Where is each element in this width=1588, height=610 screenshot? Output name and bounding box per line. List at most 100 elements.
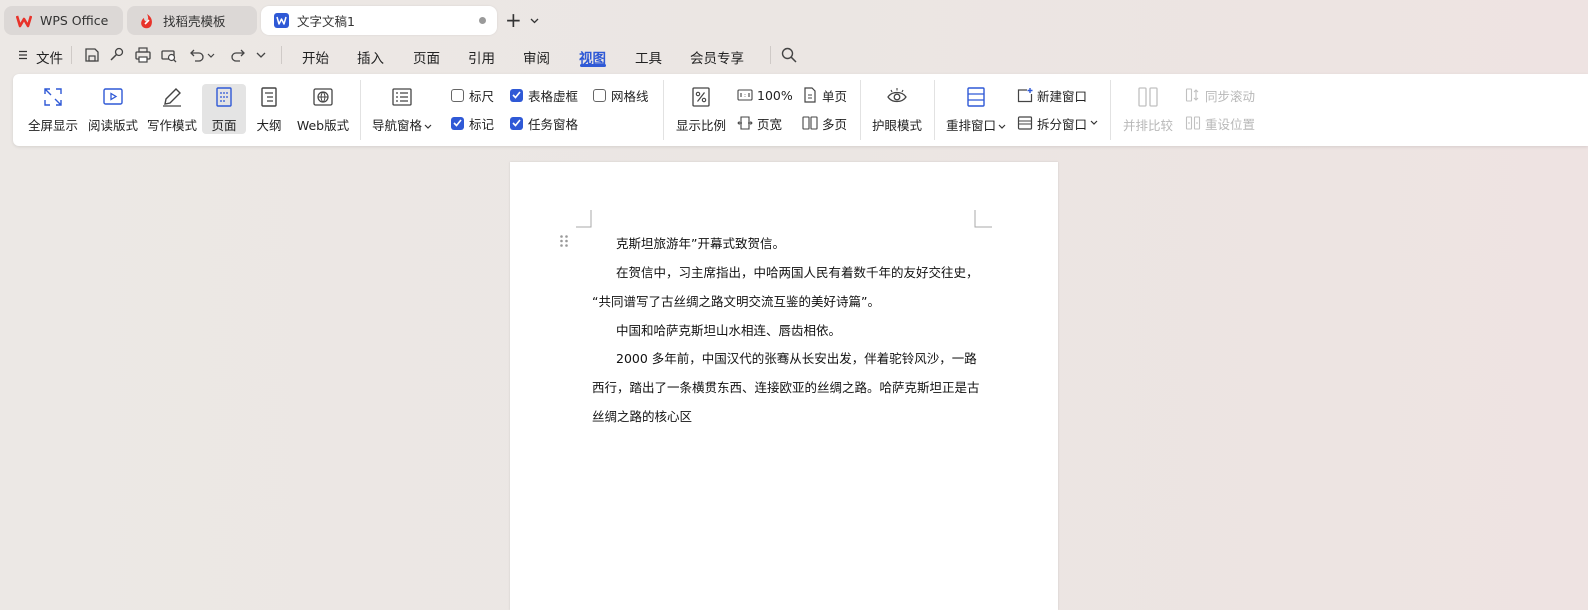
undo-icon[interactable] bbox=[188, 46, 206, 64]
side-by-side-button[interactable]: 并排比较 bbox=[1121, 84, 1175, 134]
split-window-button[interactable]: 拆分窗口 bbox=[1017, 114, 1098, 132]
sync-scroll-button[interactable]: 同步滚动 bbox=[1185, 86, 1255, 104]
writing-mode-button[interactable]: 写作模式 bbox=[145, 84, 199, 134]
new-window-button[interactable]: 新建窗口 bbox=[1017, 86, 1087, 104]
ribbon-divider bbox=[934, 80, 935, 140]
page-view-icon bbox=[216, 87, 232, 107]
nav-pane-icon bbox=[392, 88, 412, 106]
wps-logo-icon bbox=[16, 13, 32, 29]
new-window-icon bbox=[1017, 88, 1033, 103]
print-preview-icon[interactable] bbox=[160, 46, 178, 64]
checkbox-checked-icon bbox=[451, 116, 464, 130]
table-grid-checkbox[interactable]: 表格虚框 bbox=[510, 86, 578, 104]
document-line[interactable]: “共同谱写了古丝绸之路文明交流互鉴的美好诗篇”。 bbox=[592, 291, 992, 310]
actual-size-icon bbox=[737, 89, 753, 101]
checkbox-unchecked-icon bbox=[451, 88, 464, 102]
save-icon[interactable] bbox=[83, 46, 101, 64]
active-tab-indicator bbox=[580, 64, 606, 67]
zoom-percent-icon bbox=[692, 87, 710, 107]
chevron-down-icon bbox=[1090, 120, 1098, 125]
page-view-button[interactable]: 页面 bbox=[202, 84, 246, 134]
tab-label: WPS Office bbox=[40, 13, 109, 28]
single-page-button[interactable]: 单页 bbox=[802, 86, 847, 104]
checkbox-unchecked-icon bbox=[593, 88, 606, 102]
menu-tab-home[interactable]: 开始 bbox=[302, 47, 329, 67]
ruler-checkbox[interactable]: 标尺 bbox=[451, 86, 494, 104]
ribbon-divider bbox=[663, 80, 664, 140]
pen-icon bbox=[163, 88, 181, 107]
page-width-icon bbox=[737, 116, 753, 130]
divider bbox=[770, 46, 771, 64]
web-layout-button[interactable]: Web版式 bbox=[296, 84, 350, 134]
checkbox-checked-icon bbox=[510, 116, 523, 130]
zoom-100-button[interactable]: 100% bbox=[737, 86, 793, 104]
menu-tab-tools[interactable]: 工具 bbox=[635, 47, 662, 67]
fullscreen-icon bbox=[44, 88, 62, 106]
document-line[interactable]: 2000 多年前，中国汉代的张骞从长安出发，伴着驼铃风沙，一路 bbox=[592, 348, 992, 367]
document-line[interactable]: 西行，踏出了一条横贯东西、连接欧亚的丝绸之路。哈萨克斯坦正是古 bbox=[592, 377, 992, 396]
docer-logo-icon bbox=[139, 13, 155, 29]
reading-mode-icon bbox=[103, 88, 123, 105]
format-painter-icon[interactable] bbox=[108, 46, 126, 64]
tab-bar: WPS Office 找稻壳模板 文字文稿1 + bbox=[0, 0, 1588, 40]
print-icon[interactable] bbox=[134, 46, 152, 64]
eye-icon bbox=[887, 88, 907, 103]
new-tab-dropdown-icon[interactable] bbox=[530, 13, 539, 28]
menu-tab-member[interactable]: 会员专享 bbox=[690, 47, 744, 67]
reset-position-button[interactable]: 重设位置 bbox=[1185, 114, 1255, 132]
arrange-windows-button[interactable]: 重排窗口 bbox=[945, 84, 1007, 134]
margin-corner-mark bbox=[576, 210, 592, 228]
menu-file[interactable]: 文件 bbox=[36, 47, 63, 67]
undo-dropdown-icon[interactable] bbox=[206, 46, 216, 64]
outline-button[interactable]: 大纲 bbox=[250, 84, 288, 134]
document-line[interactable]: 丝绸之路的核心区 bbox=[592, 406, 992, 425]
margin-corner-mark bbox=[974, 210, 992, 228]
more-tools-dropdown-icon[interactable] bbox=[254, 46, 268, 64]
ribbon-divider bbox=[1110, 80, 1111, 140]
document-line[interactable]: 在贺信中，习主席指出，中哈两国人民有着数千年的友好交往史， bbox=[592, 262, 992, 281]
task-pane-checkbox[interactable]: 任务窗格 bbox=[510, 114, 578, 132]
tab-label: 文字文稿1 bbox=[297, 14, 355, 29]
eye-care-button[interactable]: 护眼模式 bbox=[870, 84, 924, 134]
globe-icon bbox=[313, 88, 333, 106]
fullscreen-button[interactable]: 全屏显示 bbox=[26, 84, 80, 134]
tab-label: 找稻壳模板 bbox=[163, 14, 226, 29]
redo-icon[interactable] bbox=[229, 46, 247, 64]
tab-template[interactable]: 找稻壳模板 bbox=[127, 6, 257, 35]
reset-position-icon bbox=[1185, 116, 1201, 130]
side-by-side-icon bbox=[1138, 87, 1158, 107]
multi-page-button[interactable]: 多页 bbox=[802, 114, 847, 132]
document-line[interactable]: 中国和哈萨克斯坦山水相连、唇齿相依。 bbox=[592, 320, 992, 339]
menu-tab-page[interactable]: 页面 bbox=[413, 47, 440, 67]
multi-page-icon bbox=[802, 116, 818, 130]
marks-checkbox[interactable]: 标记 bbox=[451, 114, 494, 132]
menu-tab-review[interactable]: 审阅 bbox=[523, 47, 550, 67]
arrange-windows-icon bbox=[967, 87, 985, 107]
tab-wps-office[interactable]: WPS Office bbox=[4, 6, 123, 35]
reading-mode-button[interactable]: 阅读版式 bbox=[86, 84, 140, 134]
split-window-icon bbox=[1017, 116, 1033, 130]
single-page-icon bbox=[804, 87, 816, 103]
tab-document[interactable]: 文字文稿1 bbox=[261, 6, 497, 35]
hamburger-menu-icon[interactable] bbox=[18, 47, 28, 64]
ribbon-divider bbox=[360, 80, 361, 140]
checkbox-checked-icon bbox=[510, 88, 523, 102]
gridlines-checkbox[interactable]: 网格线 bbox=[593, 86, 649, 104]
search-icon[interactable] bbox=[780, 46, 798, 64]
page-width-button[interactable]: 页宽 bbox=[737, 114, 782, 132]
menu-tab-insert[interactable]: 插入 bbox=[357, 47, 384, 67]
document-line[interactable]: 克斯坦旅游年”开幕式致贺信。 bbox=[592, 233, 992, 252]
chevron-down-icon bbox=[424, 124, 432, 129]
ribbon-divider bbox=[860, 80, 861, 140]
sync-scroll-icon bbox=[1185, 88, 1199, 102]
nav-pane-button[interactable]: 导航窗格 bbox=[371, 84, 433, 134]
paragraph-drag-handle-icon[interactable] bbox=[559, 234, 569, 248]
unsaved-dot-icon[interactable] bbox=[479, 17, 486, 24]
outline-icon bbox=[261, 87, 277, 107]
menu-tab-references[interactable]: 引用 bbox=[468, 47, 495, 67]
divider bbox=[281, 46, 282, 64]
new-tab-plus-icon[interactable]: + bbox=[505, 9, 522, 31]
word-doc-icon bbox=[273, 13, 289, 29]
zoom-button[interactable]: 显示比例 bbox=[674, 84, 728, 134]
divider bbox=[71, 46, 72, 64]
